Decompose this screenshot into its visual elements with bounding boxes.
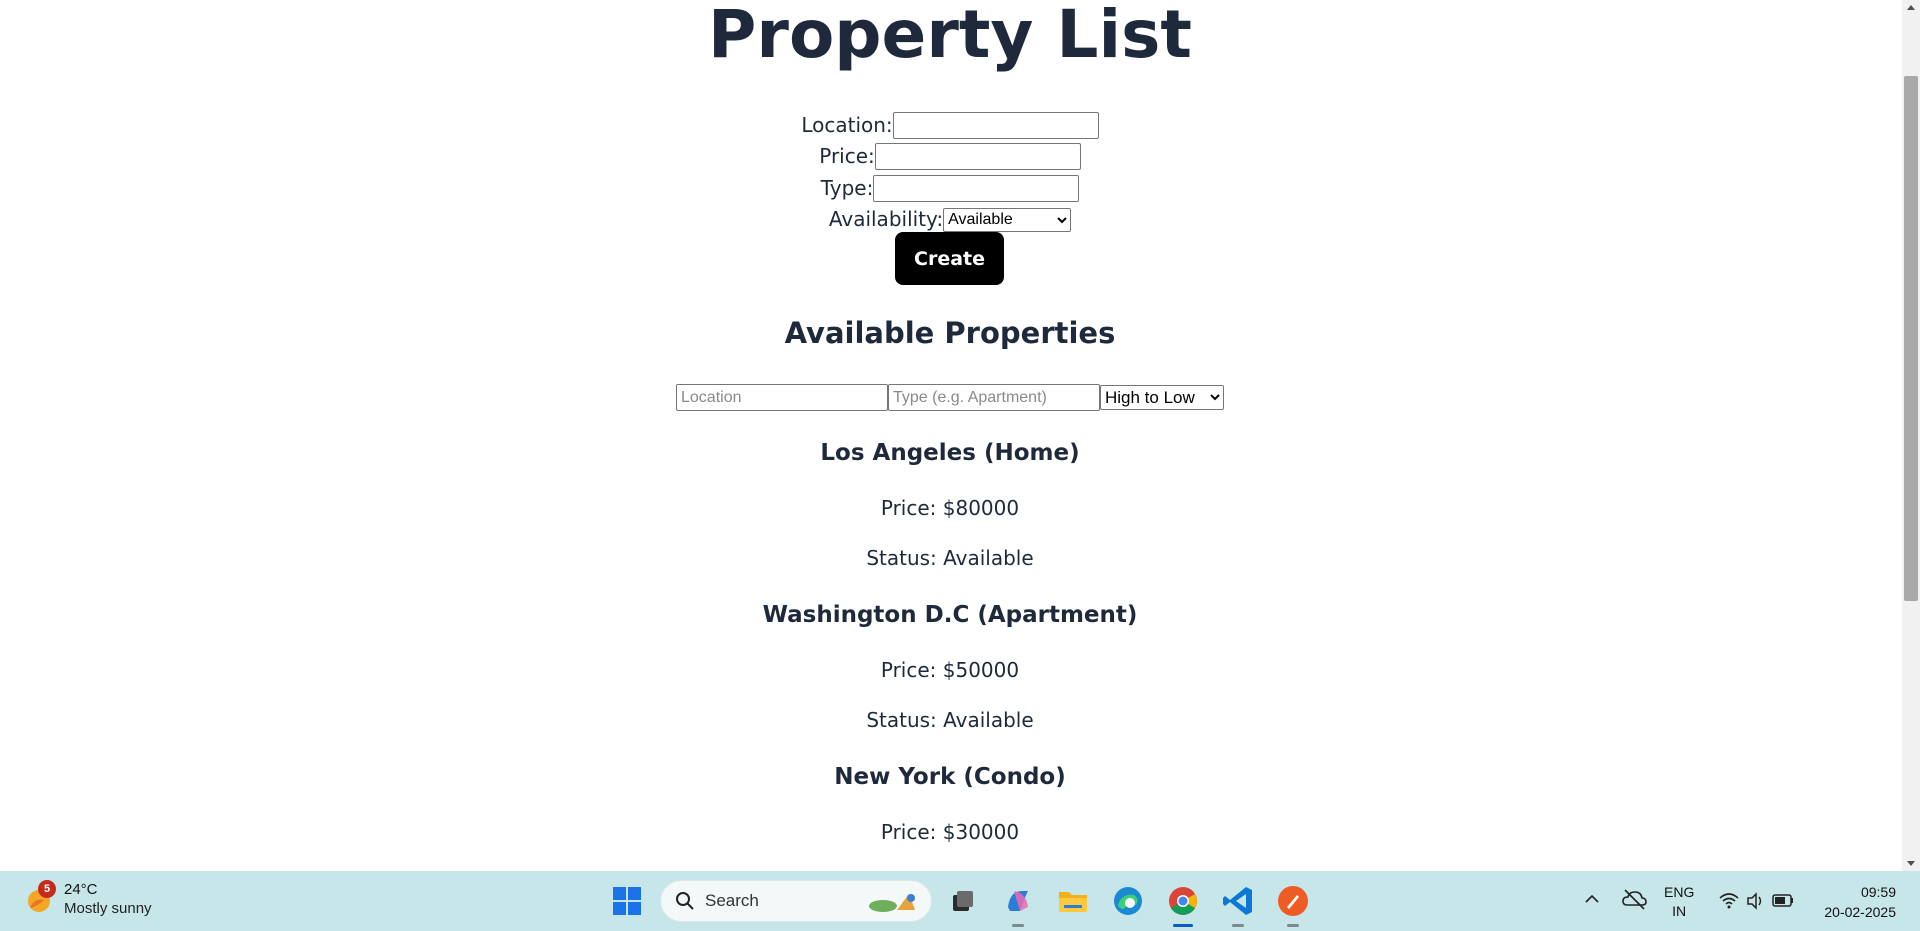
browser-viewport: Property List Location: Price: Type: Ava…: [0, 0, 1902, 871]
weather-badge: 5: [38, 880, 56, 898]
chevron-up-icon[interactable]: [1584, 891, 1600, 912]
property-status: Status: Available: [866, 546, 1034, 570]
copilot-icon[interactable]: [1000, 883, 1036, 927]
vscode-running-indicator: [1232, 924, 1244, 927]
lang-bottom: IN: [1672, 903, 1687, 919]
location-field[interactable]: [892, 112, 1099, 139]
type-row: Type:: [0, 172, 1900, 203]
system-tray[interactable]: [1718, 889, 1798, 918]
volume-icon: [1747, 892, 1762, 910]
chrome-active-indicator: [1173, 924, 1193, 927]
page-title: Property List: [708, 0, 1192, 73]
availability-label: Availability:: [828, 207, 944, 231]
property-price: Price: $30000: [880, 820, 1020, 844]
postman-icon[interactable]: [1275, 883, 1311, 927]
price-field[interactable]: [874, 143, 1081, 170]
filter-type-input[interactable]: [888, 384, 1100, 411]
language-indicator[interactable]: ENG IN: [1664, 883, 1694, 921]
weather-desc[interactable]: Mostly sunny: [64, 900, 152, 917]
location-row: Location:: [0, 109, 1900, 140]
sort-select[interactable]: High to Low: [1100, 385, 1224, 410]
task-view-icon[interactable]: [944, 883, 980, 919]
search-highlight-icon: [863, 888, 923, 921]
property-title: Washington D.C (Apartment): [762, 602, 1138, 628]
property-title: Los Angeles (Home): [820, 440, 1080, 466]
taskbar-search-box[interactable]: Search: [660, 880, 932, 922]
scroll-up-arrow-icon[interactable]: [1902, 0, 1920, 14]
availability-row: Availability: Available: [0, 203, 1900, 234]
wifi-icon: [1719, 893, 1739, 909]
clock-date: 20-02-2025: [1824, 904, 1896, 920]
clock-time: 09:59: [1860, 884, 1896, 900]
lang-top: ENG: [1664, 884, 1695, 900]
postman-running-indicator: [1287, 924, 1299, 927]
battery-icon: [1772, 894, 1793, 907]
search-label: Search: [705, 891, 759, 910]
available-properties-heading: Available Properties: [784, 316, 1116, 350]
availability-select[interactable]: Available: [943, 207, 1072, 232]
scroll-down-arrow-icon[interactable]: [1902, 857, 1920, 871]
vertical-scrollbar[interactable]: [1902, 0, 1920, 871]
weather-temp[interactable]: 24°C: [64, 881, 98, 898]
property-price: Price: $50000: [880, 658, 1020, 682]
scroll-thumb[interactable]: [1904, 76, 1918, 601]
price-row: Price:: [0, 140, 1900, 171]
type-label: Type:: [820, 176, 874, 200]
filter-bar: High to Low: [0, 384, 1900, 411]
clock[interactable]: 09:59 20-02-2025: [1818, 882, 1896, 922]
property-price: Price: $80000: [880, 496, 1020, 520]
taskbar: 5 24°C Mostly sunny Search ENG IN 09:59 …: [0, 871, 1920, 931]
chrome-icon[interactable]: [1165, 883, 1201, 927]
property-status: Status: Available: [866, 708, 1034, 732]
windows-start-icon[interactable]: [612, 886, 642, 916]
filter-location-input[interactable]: [676, 384, 888, 411]
vscode-icon[interactable]: [1220, 883, 1256, 927]
property-title: New York (Condo): [834, 764, 1066, 790]
type-field[interactable]: [873, 175, 1080, 202]
edge-icon[interactable]: [1110, 883, 1146, 919]
onedrive-cloud-off-icon[interactable]: [1620, 885, 1648, 918]
create-button[interactable]: Create: [895, 232, 1004, 285]
price-label: Price:: [819, 144, 875, 168]
location-label: Location:: [801, 113, 893, 137]
file-explorer-icon[interactable]: [1055, 883, 1091, 919]
search-icon: [675, 891, 695, 916]
copilot-running-indicator: [1012, 924, 1024, 927]
